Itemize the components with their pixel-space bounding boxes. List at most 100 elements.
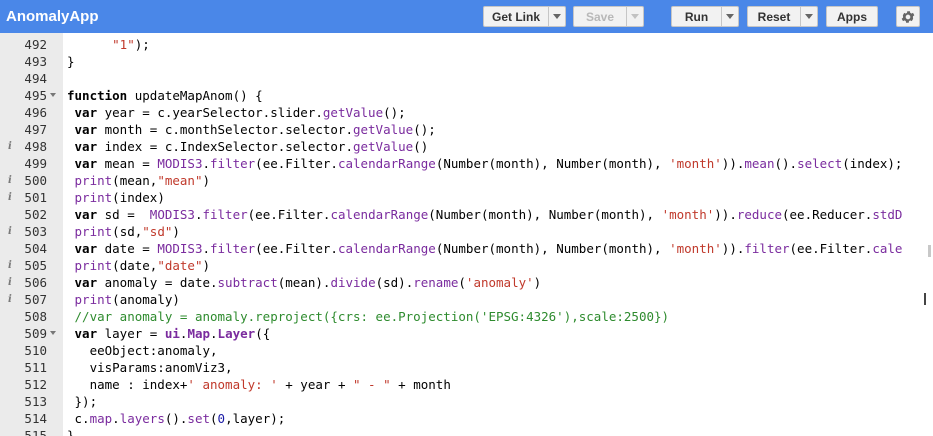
- reset-dropdown[interactable]: [801, 6, 818, 27]
- code-token: updateMapAnom() {: [127, 88, 263, 103]
- get-link-dropdown[interactable]: [549, 6, 566, 27]
- chevron-down-icon: [553, 14, 561, 19]
- code-line[interactable]: 497 var month = c.monthSelector.selector…: [0, 121, 933, 138]
- code-line[interactable]: i 498 var index = c.IndexSelector.selecto…: [0, 138, 933, 155]
- code-token: (anomaly): [112, 292, 180, 307]
- code-text: var date = MODIS3.filter(ee.Filter.calen…: [67, 240, 903, 257]
- run-button[interactable]: Run: [671, 6, 722, 27]
- code-token: print: [74, 292, 113, 307]
- code-token: (ee.Filter.: [255, 241, 338, 256]
- code-text: "1");: [67, 36, 150, 53]
- code-token: var: [74, 122, 98, 137]
- code-line[interactable]: 504 var date = MODIS3.filter(ee.Filter.c…: [0, 240, 933, 257]
- line-number: 509: [24, 326, 47, 341]
- code-text: });: [67, 393, 98, 410]
- code-token: stdD: [872, 207, 903, 222]
- line-number: 503: [24, 224, 47, 239]
- code-line[interactable]: 510 eeObject:anomaly,: [0, 342, 933, 359]
- code-text: print(mean,"mean"): [67, 172, 210, 189]
- line-number: 507: [24, 292, 47, 307]
- code-token: (Number(month), Number(month),: [428, 207, 662, 222]
- code-token: date =: [97, 241, 158, 256]
- code-token: "date": [157, 258, 203, 273]
- code-token: ();: [413, 122, 436, 137]
- code-editor[interactable]: 492 "1"); 493} 494 495 function updateMapAno…: [0, 33, 933, 436]
- code-line[interactable]: 511 visParams:anomViz3,: [0, 359, 933, 376]
- code-token: "1": [112, 37, 135, 52]
- code-token: (Number(month), Number(month),: [435, 241, 670, 256]
- code-token: ): [533, 275, 542, 290]
- code-token: ({: [255, 326, 271, 341]
- code-line[interactable]: 493}: [0, 53, 933, 70]
- code-text: visParams:anomViz3,: [67, 359, 233, 376]
- text-cursor: [924, 293, 926, 305]
- run-dropdown[interactable]: [722, 6, 739, 27]
- code-text: //var anomaly = anomaly.reproject({crs: …: [67, 308, 670, 325]
- save-dropdown[interactable]: [627, 6, 644, 27]
- code-token: 'month': [669, 156, 722, 171]
- code-line[interactable]: 515}: [0, 427, 933, 436]
- code-token: layer =: [97, 326, 165, 341]
- code-token: .: [202, 156, 211, 171]
- code-line[interactable]: 513 });: [0, 393, 933, 410]
- code-token: print: [74, 190, 113, 205]
- code-line[interactable]: 509 var layer = ui.Map.Layer({: [0, 325, 933, 342]
- settings-button[interactable]: [896, 6, 920, 27]
- code-token: + year +: [277, 377, 353, 392]
- code-line[interactable]: 492 "1");: [0, 36, 933, 53]
- code-token: MODIS3: [149, 207, 195, 222]
- code-token: (mean,: [112, 173, 158, 188]
- line-number: 492: [24, 37, 47, 52]
- line-number: 515: [24, 428, 47, 436]
- code-token: var: [74, 105, 98, 120]
- apps-button[interactable]: Apps: [826, 6, 878, 27]
- code-text: var anomaly = date.subtract(mean).divide…: [67, 274, 542, 291]
- code-line[interactable]: 514 c.map.layers().set(0,layer);: [0, 410, 933, 427]
- code-token: var: [74, 156, 98, 171]
- code-token: + month: [390, 377, 451, 392]
- code-line[interactable]: i 503 print(sd,"sd"): [0, 223, 933, 240]
- code-text: c.map.layers().set(0,layer);: [67, 410, 286, 427]
- code-line[interactable]: 496 var year = c.yearSelector.slider.get…: [0, 104, 933, 121]
- code-token: " - ": [353, 377, 391, 392]
- code-token: divide: [330, 275, 376, 290]
- code-token: );: [134, 37, 150, 52]
- scrollbar[interactable]: [928, 245, 931, 257]
- line-number: 513: [24, 394, 47, 409]
- code-token: ): [202, 173, 211, 188]
- code-line[interactable]: 512 name : index+' anomaly: ' + year + "…: [0, 376, 933, 393]
- code-line[interactable]: 495 function updateMapAnom() {: [0, 87, 933, 104]
- fold-toggle-icon[interactable]: [50, 93, 56, 97]
- line-number: 501: [24, 190, 47, 205]
- code-token: filter: [210, 156, 256, 171]
- code-line[interactable]: 494: [0, 70, 933, 87]
- code-token: c.: [67, 411, 90, 426]
- code-line[interactable]: i 505 print(date,"date"): [0, 257, 933, 274]
- code-token: (date,: [112, 258, 158, 273]
- code-text: function updateMapAnom() {: [67, 87, 263, 104]
- code-token: reduce: [736, 207, 782, 222]
- code-line[interactable]: 502 var sd = MODIS3.filter(ee.Filter.cal…: [0, 206, 933, 223]
- fold-toggle-icon[interactable]: [50, 331, 56, 335]
- code-text: }: [67, 53, 75, 70]
- code-line[interactable]: 499 var mean = MODIS3.filter(ee.Filter.c…: [0, 155, 933, 172]
- code-line[interactable]: 508 //var anomaly = anomaly.reproject({c…: [0, 308, 933, 325]
- save-button[interactable]: Save: [573, 6, 627, 27]
- code-token: ui: [164, 326, 180, 341]
- reset-button[interactable]: Reset: [747, 6, 801, 27]
- code-line[interactable]: i 506 var anomaly = date.subtract(mean).d…: [0, 274, 933, 291]
- code-token: 'month': [669, 241, 722, 256]
- line-number: 494: [24, 71, 47, 86]
- code-line[interactable]: i 507 print(anomaly): [0, 291, 933, 308]
- code-line[interactable]: i 500 print(mean,"mean"): [0, 172, 933, 189]
- code-token: (sd,: [112, 224, 143, 239]
- code-line[interactable]: i 501 print(index): [0, 189, 933, 206]
- code-token: (: [458, 275, 466, 290]
- code-token: ().: [774, 156, 798, 171]
- get-link-button[interactable]: Get Link: [483, 6, 549, 27]
- code-token: print: [74, 258, 113, 273]
